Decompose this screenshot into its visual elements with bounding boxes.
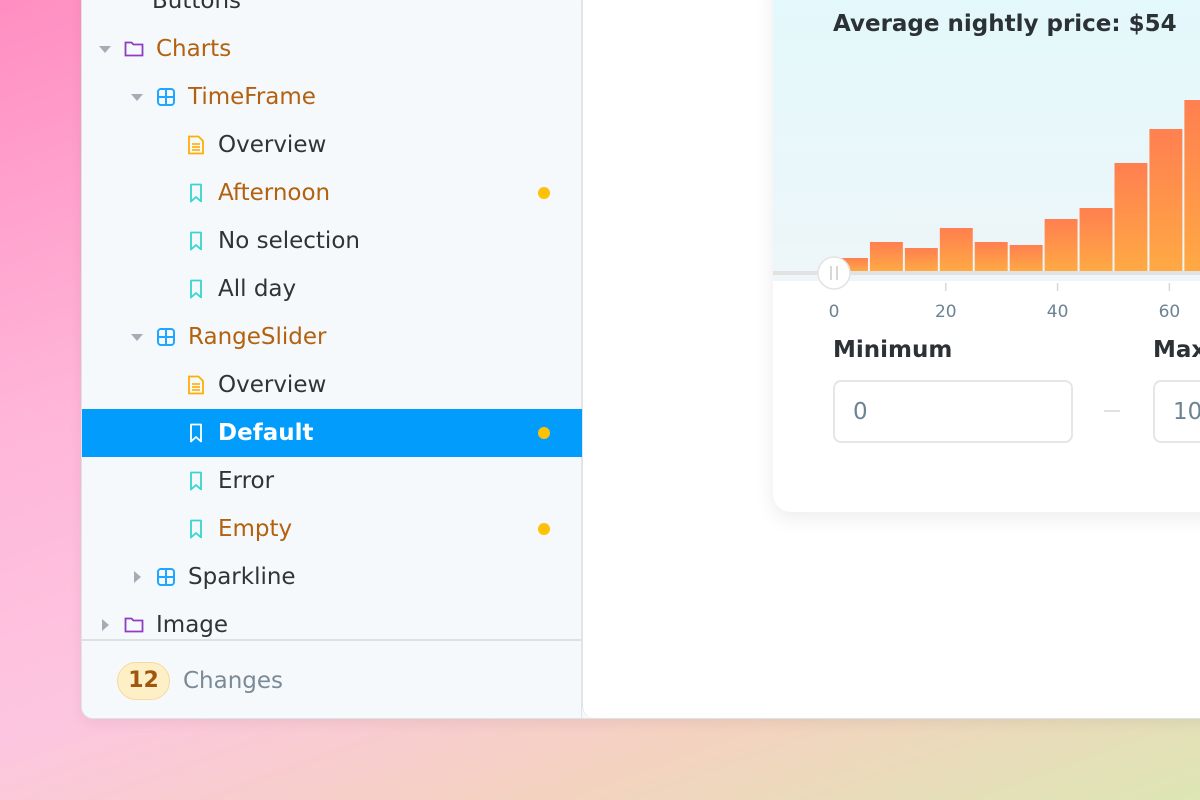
tree-item-afternoon[interactable]: Afternoon [82, 169, 582, 217]
minimum-input[interactable]: 0 [833, 380, 1073, 443]
bookmark-icon [186, 231, 206, 251]
histogram-bar [1079, 208, 1113, 271]
tree-item-label: TimeFrame [188, 84, 316, 110]
tree-item-no-selection[interactable]: No selection [82, 217, 582, 265]
tree-item-overview[interactable]: Overview [82, 121, 582, 169]
tree-item-error[interactable]: Error [82, 457, 582, 505]
bookmark-icon [186, 279, 206, 299]
tree-item-timeframe[interactable]: TimeFrame [82, 73, 582, 121]
changes-count-badge: 12 [117, 661, 170, 700]
bookmark-icon [186, 519, 206, 539]
histogram-bar [1114, 163, 1148, 271]
tree-item-label: All day [218, 276, 297, 302]
tree-item-label: Overview [218, 372, 327, 398]
bookmark-icon [186, 471, 206, 491]
tree-item-label: No selection [218, 228, 360, 254]
range-separator [1104, 410, 1120, 412]
range-slider-card: Average nightly price: $54 0 20 40 60 Minim… [773, 0, 1200, 512]
tree-item-label: Overview [218, 132, 327, 158]
component-icon [156, 567, 176, 587]
histogram-bar [835, 258, 868, 271]
chevron-down-icon[interactable] [130, 90, 144, 104]
tree-item-label: Afternoon [218, 180, 331, 206]
bookmark-icon [186, 423, 206, 443]
tree-item-label: Buttons [152, 0, 242, 14]
folder-icon [124, 615, 144, 635]
tree-item-label: Default [218, 420, 314, 446]
document-icon [186, 375, 206, 395]
histogram-bar [974, 242, 1008, 271]
document-icon [186, 135, 206, 155]
tree-item-label: Sparkline [188, 564, 296, 590]
changed-indicator-dot [538, 187, 550, 199]
histogram-bar [1149, 129, 1183, 271]
bookmark-icon [186, 183, 206, 203]
tree-item-default[interactable]: Default [82, 409, 582, 457]
changed-indicator-dot [538, 523, 550, 535]
minimum-label: Minimum [833, 337, 953, 363]
maximum-input[interactable]: 10 [1153, 380, 1200, 443]
tree-item-sparkline[interactable]: Sparkline [82, 553, 582, 601]
chevron-down-icon[interactable] [98, 42, 112, 56]
chevron-down-icon[interactable] [130, 330, 144, 344]
maximum-label: Max [1153, 337, 1200, 363]
changed-indicator-dot [538, 427, 550, 439]
histogram-bar [1009, 245, 1043, 271]
folder-icon [124, 39, 144, 59]
tree-item-charts[interactable]: Charts [82, 25, 582, 73]
changes-label: Changes [183, 667, 284, 694]
histogram-area: Average nightly price: $54 [773, 0, 1200, 281]
histogram-bar [1044, 219, 1078, 271]
histogram-bar [939, 228, 973, 271]
component-icon [156, 327, 176, 347]
changes-footer[interactable]: 12 Changes [82, 639, 582, 718]
chevron-right-icon[interactable] [130, 570, 144, 584]
tree-item-label: Error [218, 468, 275, 494]
histogram-bar [869, 242, 903, 271]
tree-item-buttons-partial[interactable]: Buttons [82, 0, 582, 25]
preview-pane: Average nightly price: $54 0 20 40 60 Minim… [582, 0, 1200, 718]
tree-item-all-day[interactable]: All day [82, 265, 582, 313]
histogram-bar [904, 248, 938, 271]
component-icon [156, 87, 176, 107]
tree-item-label: RangeSlider [188, 324, 327, 350]
tree-item-empty[interactable]: Empty [82, 505, 582, 553]
chevron-right-icon[interactable] [98, 618, 112, 632]
tree-item-label: Empty [218, 516, 293, 542]
histogram-bar [1184, 100, 1200, 271]
sidebar: Buttons Charts TimeFrame Overview Afternoon… [82, 0, 582, 718]
price-histogram [835, 100, 1200, 271]
tree-item-rangeslider[interactable]: RangeSlider [82, 313, 582, 361]
tree-item-label: Image [156, 612, 229, 638]
tree-item-label: Charts [156, 36, 232, 62]
storybook-window: Buttons Charts TimeFrame Overview Afternoon… [81, 0, 1200, 719]
tree-item-overview[interactable]: Overview [82, 361, 582, 409]
